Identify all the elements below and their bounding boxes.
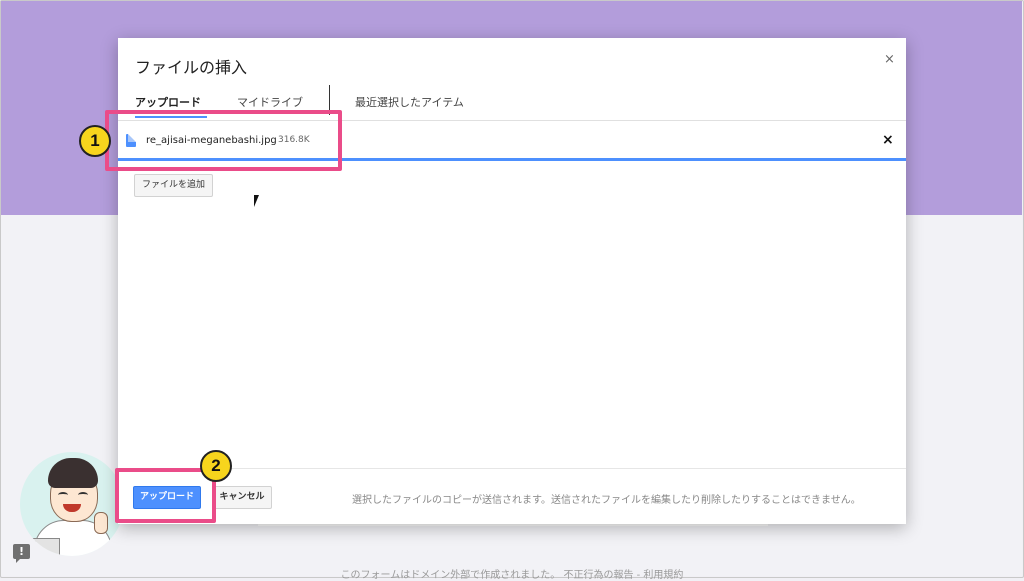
add-file-button[interactable]: ファイルを追加 (134, 174, 214, 197)
avatar-eye (58, 492, 68, 498)
dialog-footer-divider (118, 468, 906, 469)
form-footer-text: このフォームはドメイン外部で作成されました。 不正行為の報告 - 利用規約 (340, 570, 684, 581)
avatar-eye (78, 492, 88, 498)
avatar-hair (48, 458, 98, 488)
avatar-laptop (28, 538, 60, 556)
dialog-title: ファイルの挿入 (135, 58, 248, 77)
upload-note: 選択したファイルのコピーが送信されます。送信されたファイルを編集したり削除したり… (352, 495, 861, 506)
annotation-highlight-upload (115, 468, 216, 523)
remove-file-icon[interactable]: × (882, 132, 894, 148)
annotation-highlight-file (105, 110, 342, 171)
tab-my-drive[interactable]: マイドライブ (237, 94, 303, 110)
annotation-badge-2: 2 (200, 450, 232, 482)
avatar-thumb (94, 512, 108, 534)
mouse-cursor-icon (254, 195, 264, 207)
tab-upload[interactable]: アップロード (135, 94, 201, 110)
annotation-badge-1: 1 (79, 125, 111, 157)
author-avatar (20, 452, 124, 556)
close-icon[interactable]: × (884, 52, 895, 67)
tab-recent-items[interactable]: 最近選択したアイテム (355, 94, 464, 110)
cancel-button[interactable]: キャンセル (212, 486, 272, 509)
